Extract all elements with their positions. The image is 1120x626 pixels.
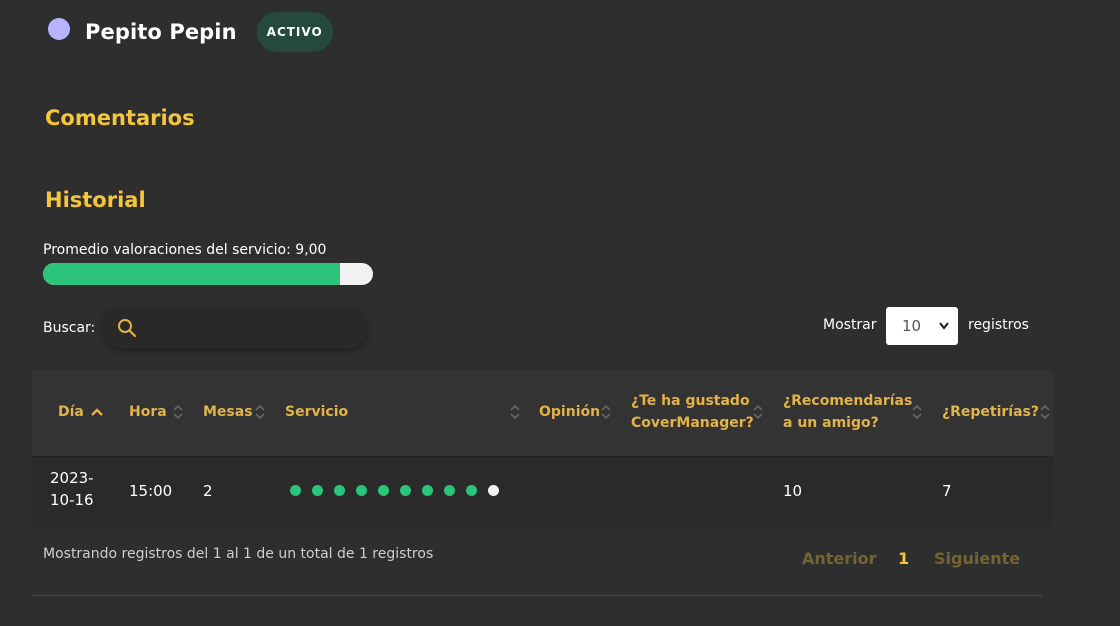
service-rating-dot [356, 485, 367, 496]
chevron-down-icon [939, 322, 949, 330]
service-rating-dot [488, 485, 499, 496]
column-header-hora[interactable]: Hora [129, 401, 167, 423]
sort-icon[interactable] [911, 403, 923, 421]
table-info: Mostrando registros del 1 al 1 de un tot… [43, 546, 434, 562]
column-header-mesas[interactable]: Mesas [203, 401, 253, 423]
pagination-next[interactable]: Siguiente [934, 549, 1020, 568]
cell-hora: 15:00 [129, 482, 173, 500]
user-header: Pepito Pepin ACTIVO [48, 12, 333, 52]
sort-icon[interactable] [509, 403, 521, 421]
column-header-servicio[interactable]: Servicio [285, 401, 348, 423]
search-field[interactable] [102, 307, 368, 349]
sort-ascending-icon[interactable] [90, 407, 104, 417]
comments-title: Comentarios [45, 106, 195, 130]
records-label: registros [968, 317, 1029, 333]
rating-label: Promedio valoraciones del servicio: 9,00 [43, 242, 327, 258]
show-label: Mostrar [823, 317, 877, 333]
column-header-te-ha-gustado[interactable]: ¿Te ha gustado CoverManager? [631, 390, 756, 434]
service-rating-dot [312, 485, 323, 496]
history-title: Historial [45, 188, 146, 212]
rating-progress-bar [43, 263, 373, 285]
column-header-opinion[interactable]: Opinión [539, 401, 600, 423]
cell-dia: 2023-10-16 [50, 469, 94, 509]
pagination-previous[interactable]: Anterior [802, 549, 877, 568]
page-length-select[interactable]: 10 [886, 307, 958, 345]
service-rating-dots [290, 485, 510, 496]
sort-icon[interactable] [254, 403, 266, 421]
user-name: Pepito Pepin [85, 20, 237, 44]
search-input[interactable] [146, 319, 350, 337]
search-label: Buscar: [43, 320, 96, 336]
table-row: 2023-10-16 15:00 2 10 7 [32, 456, 1053, 527]
page-length-value: 10 [902, 317, 922, 335]
sort-icon[interactable] [172, 403, 184, 421]
cell-recomendarias: 10 [783, 482, 803, 500]
pagination-page-1[interactable]: 1 [898, 549, 909, 568]
avatar [48, 18, 70, 40]
cell-mesas: 2 [203, 482, 213, 500]
column-header-repetirias[interactable]: ¿Repetirías? [942, 401, 1039, 423]
column-header-recomendarias[interactable]: ¿Recomendarías a un amigo? [783, 390, 913, 434]
service-rating-dot [290, 485, 301, 496]
search-icon [118, 319, 137, 338]
sort-icon[interactable] [752, 403, 764, 421]
sort-icon[interactable] [600, 403, 612, 421]
status-badge: ACTIVO [256, 12, 333, 52]
cell-repetirias: 7 [942, 482, 952, 500]
service-rating-dot [378, 485, 389, 496]
service-rating-dot [400, 485, 411, 496]
service-rating-dot [444, 485, 455, 496]
table-header: Día Hora Mesas Servicio Opinión ¿Te ha g… [32, 370, 1053, 456]
service-rating-dot [422, 485, 433, 496]
sort-icon[interactable] [1039, 403, 1051, 421]
divider [32, 595, 1042, 596]
rating-progress-fill [43, 263, 340, 285]
service-rating-dot [466, 485, 477, 496]
service-rating-dot [334, 485, 345, 496]
column-header-dia[interactable]: Día [58, 401, 84, 423]
history-table: Día Hora Mesas Servicio Opinión ¿Te ha g… [32, 370, 1053, 527]
